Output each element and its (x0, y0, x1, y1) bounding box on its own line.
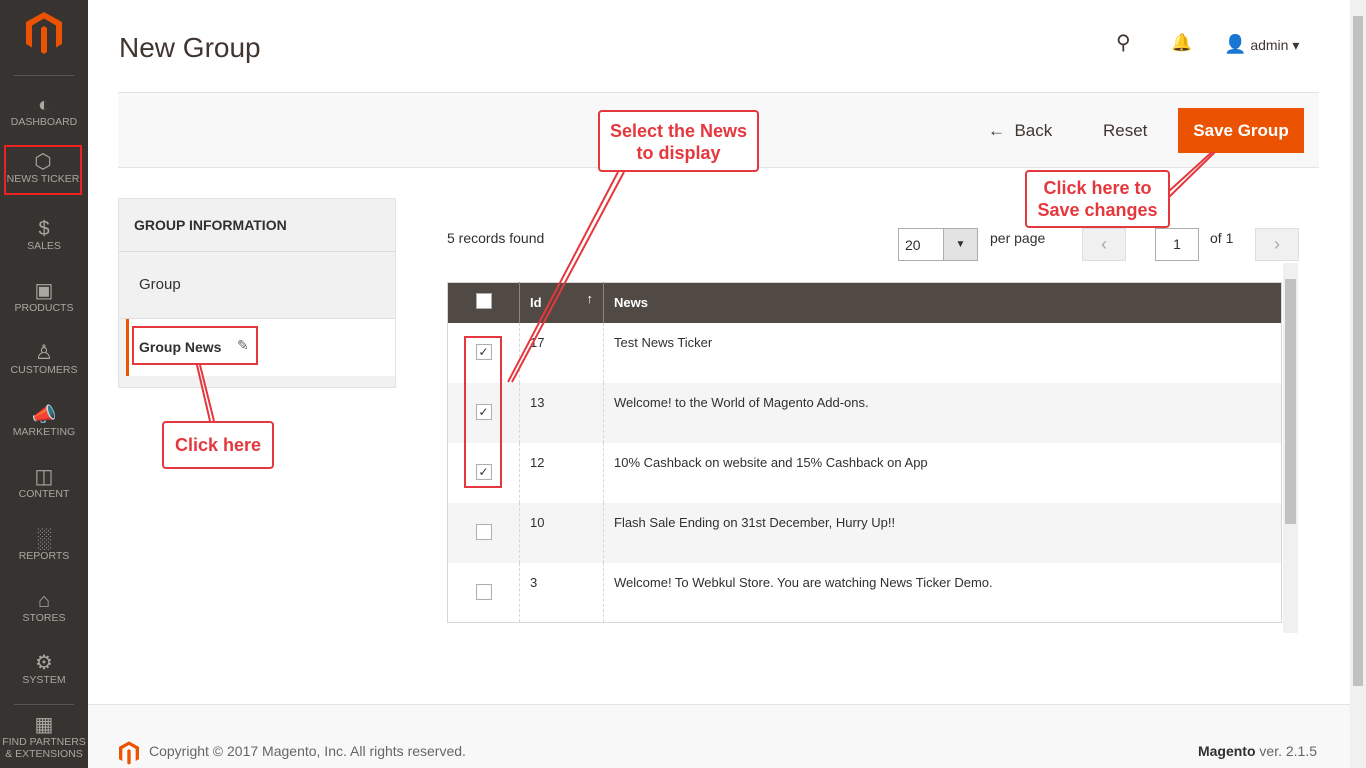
sidebar-item-sales[interactable]: $ SALES (0, 204, 88, 266)
megaphone-icon: 📣 (31, 404, 57, 426)
row-id: 17 (519, 322, 604, 383)
news-grid: Id ↑ News ✓ 17 Test News Ticker ✓ 13 Welcome! … (447, 282, 1282, 623)
row-id: 13 (519, 382, 604, 443)
arrow-left-icon: ← (988, 121, 1005, 140)
user-menu[interactable]: 👤 admin ▾ (1224, 34, 1299, 55)
row-id: 3 (519, 562, 604, 623)
table-row[interactable]: 10 Flash Sale Ending on 31st December, Hu… (447, 502, 1282, 563)
prev-page-button[interactable]: ‹ (1082, 228, 1126, 261)
row-checkbox[interactable] (475, 523, 492, 540)
sidebar-item-marketing[interactable]: 📣 MARKETING (0, 390, 88, 452)
back-button[interactable]: ← Back (988, 121, 1052, 141)
footer: Copyright © 2017 Magento, Inc. All right… (88, 704, 1350, 768)
annotation-select-news: Select the News to display (598, 110, 759, 172)
row-news: Test News Ticker (603, 322, 1282, 383)
sidebar-item-dashboard[interactable]: ◐ DASHBOARD (0, 80, 88, 142)
annotation-save: Click here to Save changes (1025, 170, 1170, 228)
footer-brand: Magento (1197, 743, 1256, 759)
gear-icon: ⚙ (35, 652, 53, 674)
sidebar: ◐ DASHBOARD ⬡ NEWS TICKER $ SALES ▣ PRODUCTS ♙ CU… (0, 0, 88, 768)
sidebar-item-find-partners-extensions[interactable]: ▦ FIND PARTNERS & EXTENSIONS (0, 700, 88, 762)
copyright: Copyright © 2017 Magento, Inc. All right… (149, 743, 466, 759)
person-icon: ♙ (35, 342, 53, 364)
dollar-icon: $ (38, 218, 50, 240)
sidebar-item-stores[interactable]: ⌂ STORES (0, 576, 88, 638)
magento-logo[interactable] (26, 12, 62, 54)
reset-button[interactable]: Reset (1103, 121, 1147, 141)
table-row[interactable]: ✓ 17 Test News Ticker (448, 322, 1282, 383)
sidebar-item-system[interactable]: ⚙ SYSTEM (0, 638, 88, 700)
hexagon-icon: ⬡ (34, 151, 52, 173)
user-icon: 👤 (1224, 34, 1247, 54)
dashboard-icon: ◐ (37, 94, 51, 116)
sidebar-item-reports[interactable]: ░ REPORTS (0, 514, 88, 576)
select-all-checkbox[interactable] (475, 293, 492, 310)
search-icon[interactable]: ⚲ (1116, 30, 1131, 55)
column-news[interactable]: News (603, 282, 1282, 323)
layout-icon: ◫ (34, 466, 54, 488)
row-id: 10 (519, 502, 604, 563)
row-checkbox[interactable] (475, 583, 492, 600)
save-group-button[interactable]: Save Group (1178, 108, 1304, 153)
tabs-heading[interactable]: GROUP INFORMATION (119, 199, 395, 252)
records-count: 5 records found (447, 230, 545, 246)
select-all-header (447, 282, 520, 323)
page-total: of 1 (1210, 230, 1234, 246)
blocks-icon: ▦ (34, 714, 54, 736)
magento-footer-logo (119, 741, 139, 765)
next-page-button[interactable]: › (1255, 228, 1299, 261)
chevron-down-icon: ▼ (943, 229, 977, 260)
row-news: 10% Cashback on website and 15% Cashback… (603, 442, 1282, 503)
column-id[interactable]: Id ↑ (519, 282, 604, 323)
per-page-label: per page (990, 230, 1046, 246)
box-icon: ▣ (34, 280, 54, 302)
footer-version: ver. 2.1.5 (1259, 743, 1317, 759)
row-news: Welcome! To Webkul Store. You are watchi… (603, 562, 1282, 623)
sidebar-item-products[interactable]: ▣ PRODUCTS (0, 266, 88, 328)
page-title: New Group (119, 32, 261, 63)
sidebar-item-content[interactable]: ◫ CONTENT (0, 452, 88, 514)
page-input[interactable]: 1 (1155, 228, 1199, 261)
row-id: 12 (519, 442, 604, 503)
row-news: Welcome! to the World of Magento Add-ons… (603, 382, 1282, 443)
page-scrollbar[interactable] (1350, 0, 1366, 768)
per-page-select[interactable]: 20 ▼ (898, 228, 978, 261)
sidebar-item-news-ticker[interactable]: ⬡ NEWS TICKER (4, 145, 82, 195)
sort-arrow-icon: ↑ (586, 291, 594, 306)
annotation-click-here: Click here (162, 421, 274, 469)
store-icon: ⌂ (37, 590, 51, 612)
bell-icon[interactable]: 🔔 (1171, 33, 1192, 53)
table-row[interactable]: ✓ 12 10% Cashback on website and 15% Cashb… (448, 442, 1282, 503)
grid-scrollbar[interactable] (1283, 263, 1298, 633)
tab-group[interactable]: Group (119, 252, 395, 319)
group-news-highlight (132, 326, 258, 365)
table-row[interactable]: 3 Welcome! To Webkul Store. You are watch… (448, 562, 1282, 623)
bar-chart-icon: ░ (36, 528, 52, 550)
table-row[interactable]: ✓ 13 Welcome! to the World of Magento Add-… (447, 382, 1282, 443)
row-news: Flash Sale Ending on 31st December, Hurr… (603, 502, 1282, 563)
checkbox-highlight (464, 336, 502, 488)
sidebar-item-customers[interactable]: ♙ CUSTOMERS (0, 328, 88, 390)
